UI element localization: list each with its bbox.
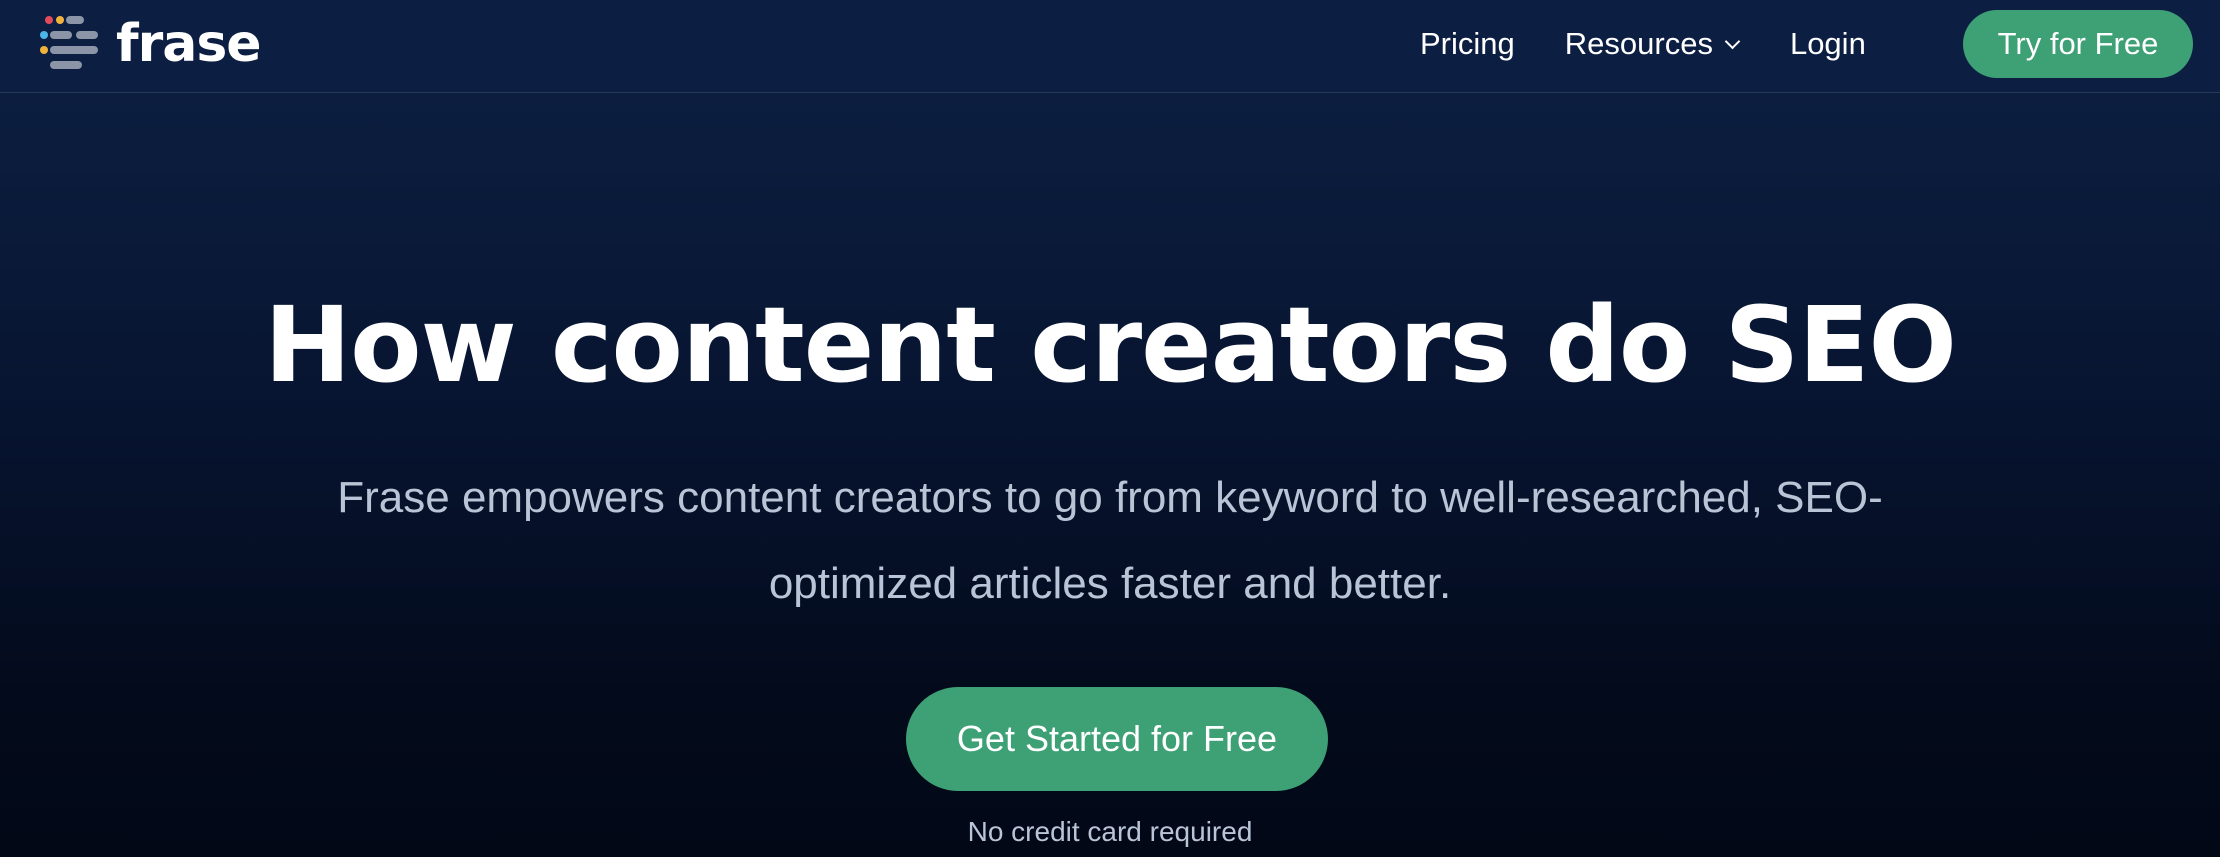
hero-subtitle: Frase empowers content creators to go fr…	[337, 473, 1883, 608]
nav-resources-dropdown[interactable]: Resources	[1564, 22, 1741, 66]
get-started-button[interactable]: Get Started for Free	[906, 687, 1328, 791]
frase-logo-link[interactable]: frase	[40, 14, 262, 74]
try-for-free-button[interactable]: Try for Free	[1963, 10, 2193, 78]
no-credit-card-note: No credit card required	[967, 816, 1253, 847]
nav-login-link[interactable]: Login	[1790, 22, 1866, 66]
main-nav: Pricing Resources Login	[1420, 22, 1866, 66]
nav-resources-label: Resources	[1564, 26, 1713, 61]
frase-logo-icon	[40, 16, 98, 69]
chevron-down-icon	[1724, 33, 1741, 49]
nav-pricing-link[interactable]: Pricing	[1420, 22, 1515, 66]
brand-name: frase	[116, 14, 262, 74]
hero-title: How content creators do SEO	[264, 284, 1957, 406]
top-navbar: frase Pricing Resources Login Try for Fr…	[0, 0, 2220, 93]
